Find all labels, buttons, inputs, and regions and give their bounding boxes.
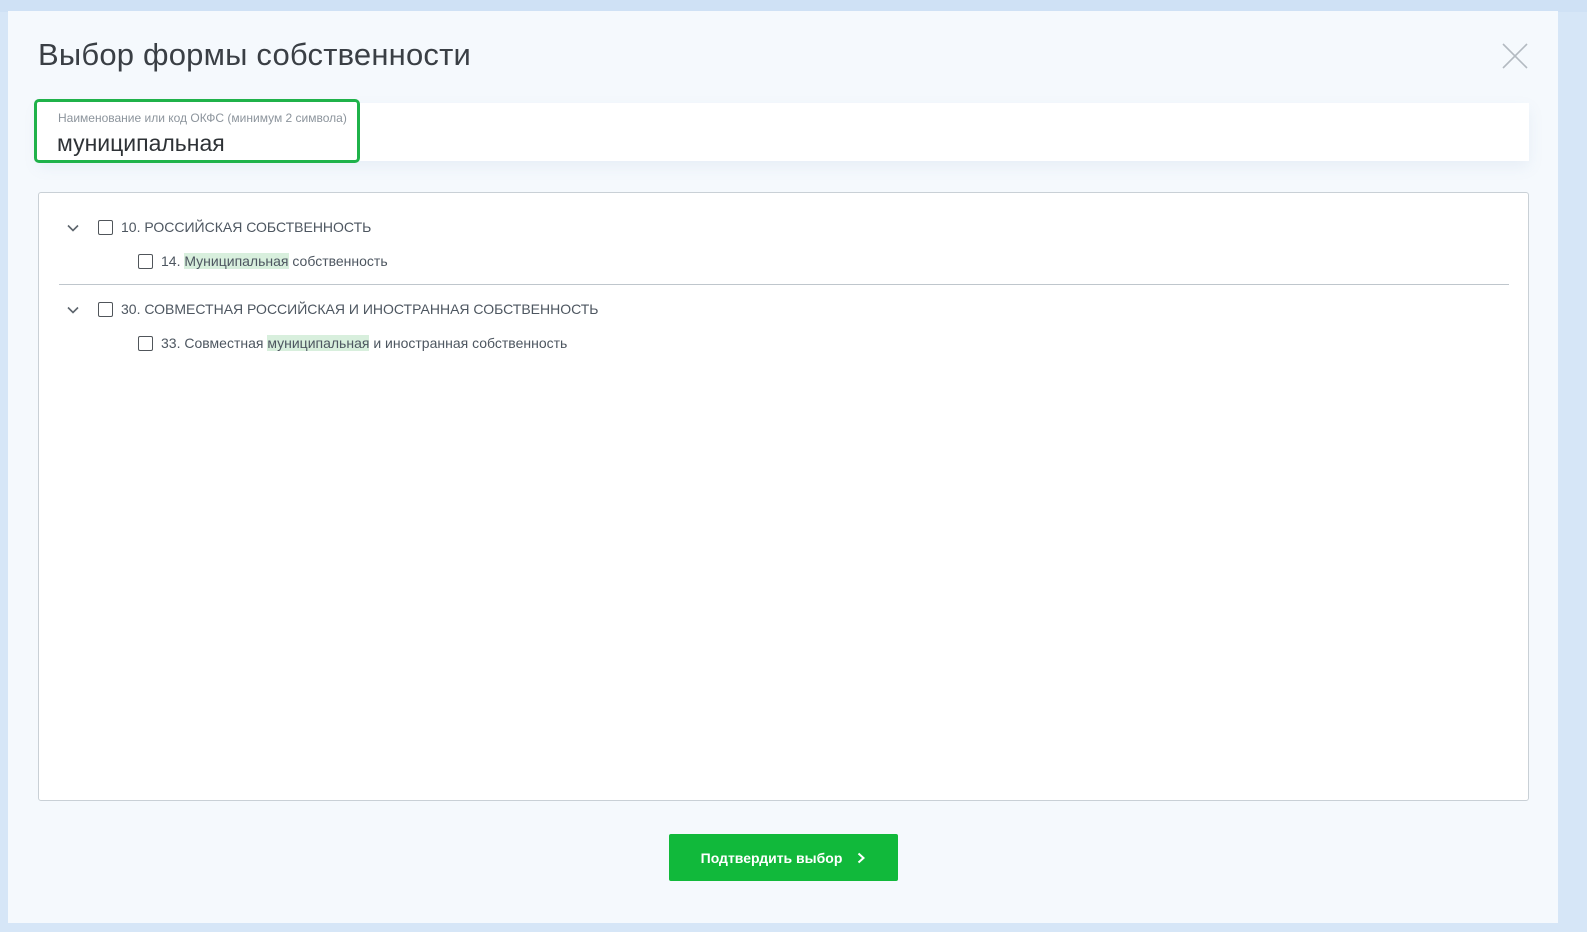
chevron-right-icon <box>856 852 866 864</box>
tree-group-row[interactable]: 10. РОССИЙСКАЯ СОБСТВЕННОСТЬ <box>98 216 371 238</box>
item-code: 33. Совместная <box>161 335 268 351</box>
group-divider <box>59 284 1509 285</box>
group-label: 30. СОВМЕСТНАЯ РОССИЙСКАЯ И ИНОСТРАННАЯ … <box>121 301 599 317</box>
collapse-chevron-group-10[interactable] <box>65 220 81 236</box>
dialog-title: Выбор формы собственности <box>38 37 472 72</box>
search-match-highlight: муниципальная <box>267 335 370 351</box>
search-label: Наименование или код ОКФС (минимум 2 сим… <box>58 111 347 125</box>
close-icon <box>1502 43 1528 69</box>
group-label: 10. РОССИЙСКАЯ СОБСТВЕННОСТЬ <box>121 219 372 235</box>
item-checkbox[interactable] <box>138 253 153 269</box>
item-label-rest: и иностранная собственность <box>369 335 568 351</box>
close-button[interactable] <box>1498 39 1532 73</box>
group-checkbox[interactable] <box>98 301 113 317</box>
group-checkbox[interactable] <box>98 219 113 235</box>
item-code: 14. <box>161 253 185 269</box>
item-label-rest: собственность <box>288 253 388 269</box>
confirm-label: Подтвердить выбор <box>700 849 843 866</box>
tree-item-row[interactable]: 33. Совместная муниципальная и иностранн… <box>138 332 567 354</box>
search-match-highlight: Муниципальная <box>184 253 289 269</box>
tree-group-row[interactable]: 30. СОВМЕСТНАЯ РОССИЙСКАЯ И ИНОСТРАННАЯ … <box>98 298 599 320</box>
chevron-down-icon <box>67 306 79 314</box>
confirm-selection-button[interactable]: Подтвердить выбор <box>669 834 898 881</box>
tree-item-row[interactable]: 14. Муниципальная собственность <box>138 250 388 272</box>
collapse-chevron-group-30[interactable] <box>65 302 81 318</box>
okfs-tree: 10. РОССИЙСКАЯ СОБСТВЕННОСТЬ 14. Муницип… <box>38 192 1529 801</box>
chevron-down-icon <box>67 224 79 232</box>
search-field[interactable]: Наименование или код ОКФС (минимум 2 сим… <box>34 99 360 163</box>
ownership-form-dialog: Выбор формы собственности Наименование и… <box>8 11 1558 923</box>
item-label: 14. Муниципальная собственность <box>161 253 388 269</box>
item-checkbox[interactable] <box>138 335 153 351</box>
search-input[interactable] <box>57 128 347 158</box>
item-label: 33. Совместная муниципальная и иностранн… <box>161 335 567 351</box>
